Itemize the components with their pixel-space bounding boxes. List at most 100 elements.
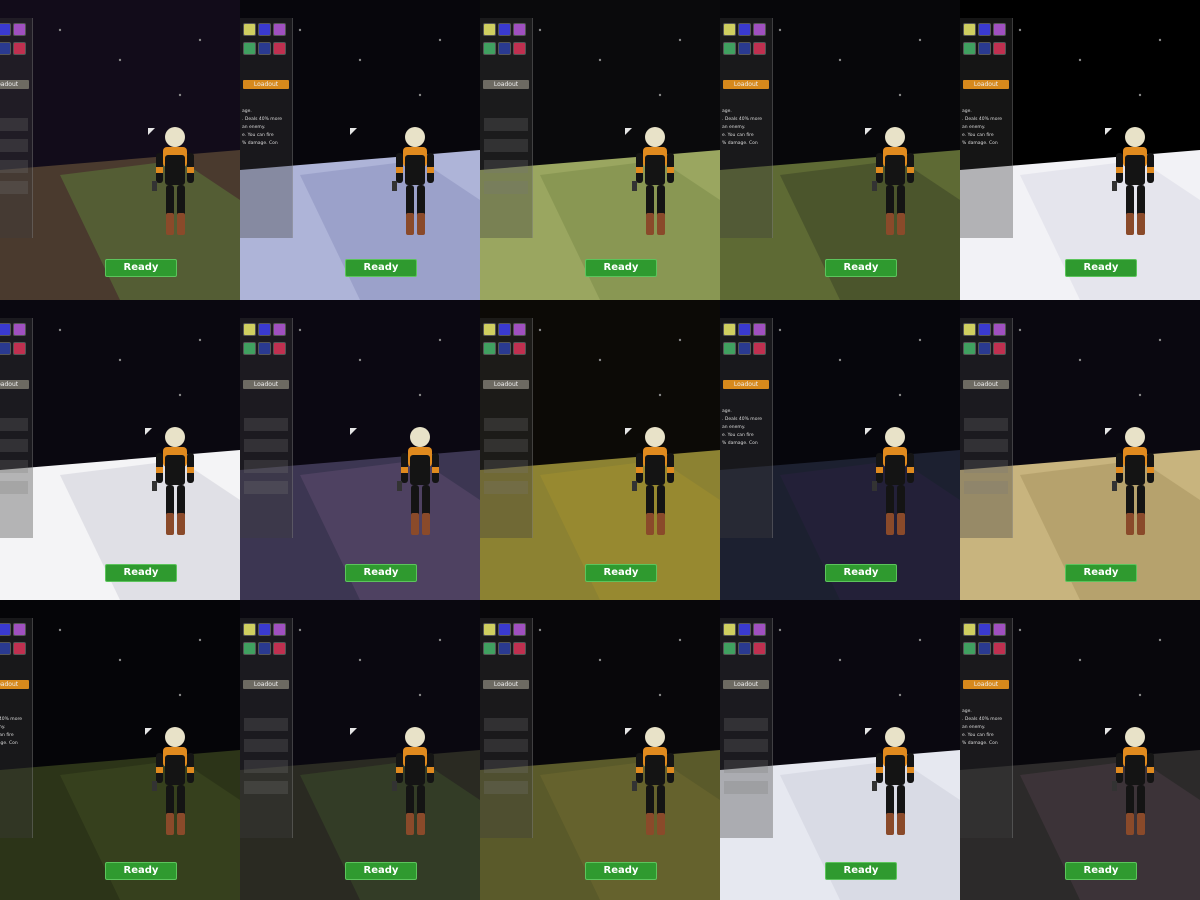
ability-icon[interactable] xyxy=(498,23,511,36)
ability-icon[interactable] xyxy=(258,342,271,355)
ready-button[interactable]: Ready xyxy=(345,862,417,880)
ability-icon[interactable] xyxy=(243,323,256,336)
ability-icon[interactable] xyxy=(738,323,751,336)
ability-icon[interactable] xyxy=(243,642,256,655)
ability-icon[interactable] xyxy=(273,42,286,55)
ability-icon[interactable] xyxy=(0,323,11,336)
ability-icon[interactable] xyxy=(0,42,11,55)
ability-icon[interactable] xyxy=(513,342,526,355)
ability-icon[interactable] xyxy=(258,23,271,36)
ability-icon[interactable] xyxy=(993,23,1006,36)
loadout-tab[interactable]: Loadout xyxy=(0,380,29,389)
ability-icon[interactable] xyxy=(243,42,256,55)
ready-button[interactable]: Ready xyxy=(1065,862,1137,880)
ready-button[interactable]: Ready xyxy=(105,564,177,582)
ability-icon[interactable] xyxy=(498,642,511,655)
ability-icon[interactable] xyxy=(273,642,286,655)
ready-button[interactable]: Ready xyxy=(345,259,417,277)
ability-icon[interactable] xyxy=(13,642,26,655)
ability-icon[interactable] xyxy=(13,342,26,355)
ability-icon[interactable] xyxy=(483,323,496,336)
loadout-tab[interactable]: Loadout xyxy=(243,380,289,389)
ready-button[interactable]: Ready xyxy=(585,259,657,277)
ability-icon[interactable] xyxy=(723,323,736,336)
loadout-tab[interactable]: Loadout xyxy=(723,80,769,89)
ready-button[interactable]: Ready xyxy=(585,564,657,582)
ability-icon[interactable] xyxy=(513,42,526,55)
ability-icon[interactable] xyxy=(738,623,751,636)
ability-icon[interactable] xyxy=(498,342,511,355)
ability-icon[interactable] xyxy=(978,323,991,336)
ability-icon[interactable] xyxy=(0,23,11,36)
ability-icon[interactable] xyxy=(738,342,751,355)
loadout-tab[interactable]: Loadout xyxy=(243,80,289,89)
ready-button[interactable]: Ready xyxy=(1065,564,1137,582)
ready-button[interactable]: Ready xyxy=(105,862,177,880)
ready-button[interactable]: Ready xyxy=(105,259,177,277)
ability-icon[interactable] xyxy=(483,642,496,655)
ability-icon[interactable] xyxy=(513,323,526,336)
loadout-tab[interactable]: Loadout xyxy=(483,680,529,689)
ability-icon[interactable] xyxy=(963,323,976,336)
ability-icon[interactable] xyxy=(993,623,1006,636)
ability-icon[interactable] xyxy=(513,23,526,36)
ability-icon[interactable] xyxy=(963,42,976,55)
loadout-tab[interactable]: Loadout xyxy=(963,680,1009,689)
ability-icon[interactable] xyxy=(483,42,496,55)
ability-icon[interactable] xyxy=(963,23,976,36)
ability-icon[interactable] xyxy=(0,642,11,655)
ability-icon[interactable] xyxy=(993,642,1006,655)
ability-icon[interactable] xyxy=(513,642,526,655)
ability-icon[interactable] xyxy=(963,623,976,636)
loadout-tab[interactable]: Loadout xyxy=(723,680,769,689)
loadout-tab[interactable]: Loadout xyxy=(483,80,529,89)
ready-button[interactable]: Ready xyxy=(825,862,897,880)
ability-icon[interactable] xyxy=(978,342,991,355)
ability-icon[interactable] xyxy=(273,342,286,355)
ready-button[interactable]: Ready xyxy=(585,862,657,880)
ready-button[interactable]: Ready xyxy=(1065,259,1137,277)
ability-icon[interactable] xyxy=(0,342,11,355)
ability-icon[interactable] xyxy=(258,323,271,336)
ability-icon[interactable] xyxy=(243,23,256,36)
ability-icon[interactable] xyxy=(978,42,991,55)
ability-icon[interactable] xyxy=(738,42,751,55)
ability-icon[interactable] xyxy=(243,342,256,355)
ability-icon[interactable] xyxy=(993,342,1006,355)
ability-icon[interactable] xyxy=(498,623,511,636)
ability-icon[interactable] xyxy=(978,623,991,636)
ready-button[interactable]: Ready xyxy=(345,564,417,582)
ability-icon[interactable] xyxy=(738,642,751,655)
ability-icon[interactable] xyxy=(483,23,496,36)
ability-icon[interactable] xyxy=(753,323,766,336)
ability-icon[interactable] xyxy=(753,623,766,636)
ability-icon[interactable] xyxy=(243,623,256,636)
ability-icon[interactable] xyxy=(753,42,766,55)
ready-button[interactable]: Ready xyxy=(825,564,897,582)
ability-icon[interactable] xyxy=(273,323,286,336)
loadout-tab[interactable]: Loadout xyxy=(0,680,29,689)
ability-icon[interactable] xyxy=(978,642,991,655)
ability-icon[interactable] xyxy=(513,623,526,636)
ability-icon[interactable] xyxy=(13,323,26,336)
ability-icon[interactable] xyxy=(723,642,736,655)
ability-icon[interactable] xyxy=(273,23,286,36)
ability-icon[interactable] xyxy=(258,642,271,655)
ability-icon[interactable] xyxy=(723,42,736,55)
ability-icon[interactable] xyxy=(483,342,496,355)
ability-icon[interactable] xyxy=(753,23,766,36)
ability-icon[interactable] xyxy=(723,342,736,355)
ability-icon[interactable] xyxy=(753,642,766,655)
ability-icon[interactable] xyxy=(993,323,1006,336)
ability-icon[interactable] xyxy=(258,42,271,55)
loadout-tab[interactable]: Loadout xyxy=(0,80,29,89)
ability-icon[interactable] xyxy=(963,642,976,655)
loadout-tab[interactable]: Loadout xyxy=(963,380,1009,389)
ability-icon[interactable] xyxy=(483,623,496,636)
loadout-tab[interactable]: Loadout xyxy=(723,380,769,389)
ability-icon[interactable] xyxy=(723,23,736,36)
ability-icon[interactable] xyxy=(258,623,271,636)
loadout-tab[interactable]: Loadout xyxy=(243,680,289,689)
ability-icon[interactable] xyxy=(273,623,286,636)
ability-icon[interactable] xyxy=(753,342,766,355)
